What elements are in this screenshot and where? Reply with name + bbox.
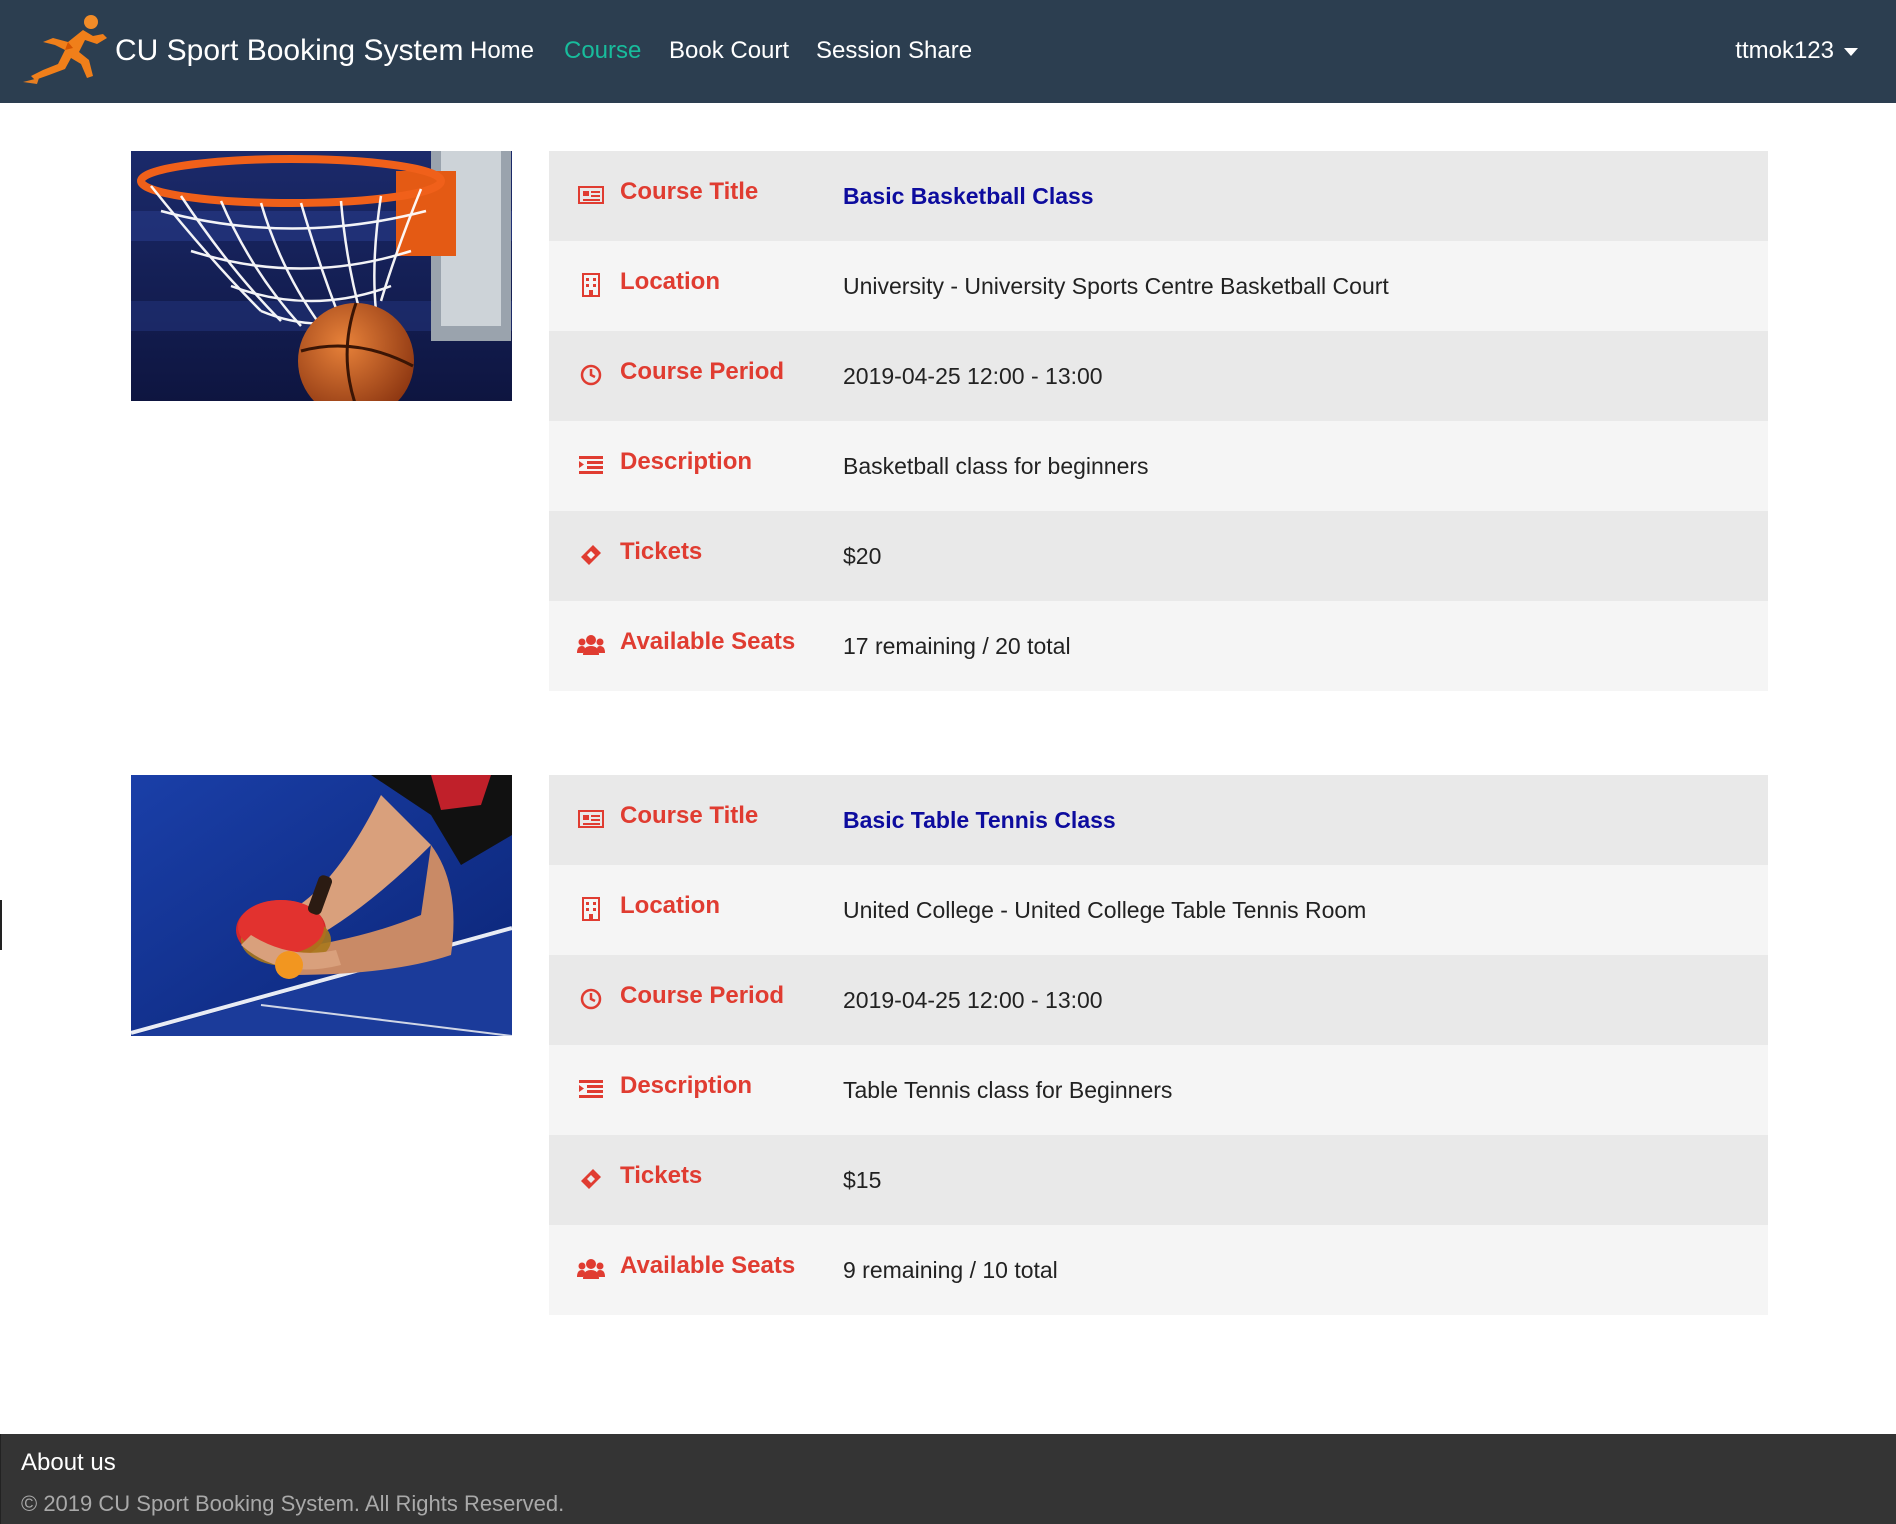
course-title-row: Course Title Basic Basketball Class	[549, 151, 1768, 241]
course-period-row: Course Period 2019-04-25 12:00 - 13:00	[549, 331, 1768, 421]
username: ttmok123	[1735, 37, 1834, 64]
course-title-link[interactable]: Basic Table Tennis Class	[843, 803, 1116, 837]
course-title-row: Course Title Basic Table Tennis Class	[549, 775, 1768, 865]
nav-session-share[interactable]: Session Share	[816, 33, 972, 69]
course-period-label: Course Period	[620, 982, 785, 1009]
newspaper-icon	[578, 810, 604, 828]
nav-home[interactable]: Home	[470, 33, 534, 69]
tickets-label: Tickets	[620, 538, 703, 565]
tickets-row: Tickets $15	[549, 1135, 1768, 1225]
tickets-row: Tickets $20	[549, 511, 1768, 601]
footer-copyright: © 2019 CU Sport Booking System. All Righ…	[21, 1491, 565, 1516]
course-period-row: Course Period 2019-04-25 12:00 - 13:00	[549, 955, 1768, 1045]
caret-down-icon	[1844, 47, 1858, 56]
description-row: Description Table Tennis class for Begin…	[549, 1045, 1768, 1135]
seats-label: Available Seats	[620, 1252, 796, 1279]
course-period-label: Course Period	[620, 358, 785, 385]
tickets-value: $15	[843, 1167, 882, 1193]
location-row: Location United College - United College…	[549, 865, 1768, 955]
seats-row: Available Seats 17 remaining / 20 total	[549, 601, 1768, 691]
runner-logo-icon[interactable]	[13, 12, 113, 88]
user-menu-dropdown[interactable]: ttmok123	[1735, 33, 1858, 69]
users-icon	[577, 1259, 605, 1279]
text-cursor	[0, 900, 2, 950]
users-icon	[577, 635, 605, 655]
tickets-value: $20	[843, 543, 882, 569]
ticket-icon	[581, 545, 601, 565]
course-title-label: Course Title	[620, 802, 759, 829]
course-title-link[interactable]: Basic Basketball Class	[843, 179, 1094, 213]
building-icon	[582, 273, 600, 297]
table-tennis-photo	[131, 775, 512, 1036]
tickets-label: Tickets	[620, 1162, 703, 1189]
building-icon	[582, 897, 600, 921]
ticket-icon	[581, 1169, 601, 1189]
footer: About us © 2019 CU Sport Booking System.…	[0, 1434, 1896, 1524]
course-details-table: Course Title Basic Table Tennis Class Lo…	[549, 775, 1768, 1315]
list-indent-icon	[579, 1080, 603, 1098]
description-value: Basketball class for beginners	[843, 453, 1149, 479]
seats-row: Available Seats 9 remaining / 10 total	[549, 1225, 1768, 1315]
description-label: Description	[620, 448, 753, 475]
seats-value: 9 remaining / 10 total	[843, 1257, 1058, 1283]
newspaper-icon	[578, 186, 604, 204]
course-details-table: Course Title Basic Basketball Class Loca…	[549, 151, 1768, 691]
nav-book-court[interactable]: Book Court	[669, 33, 789, 69]
location-value: United College - United College Table Te…	[843, 897, 1367, 923]
clock-icon	[580, 988, 602, 1010]
course-title-label: Course Title	[620, 178, 759, 205]
location-label: Location	[620, 892, 720, 919]
seats-value: 17 remaining / 20 total	[843, 633, 1071, 659]
location-row: Location University - University Sports …	[549, 241, 1768, 331]
description-row: Description Basketball class for beginne…	[549, 421, 1768, 511]
course-period-value: 2019-04-25 12:00 - 13:00	[843, 987, 1103, 1013]
description-value: Table Tennis class for Beginners	[843, 1077, 1173, 1103]
clock-icon	[580, 364, 602, 386]
nav-course[interactable]: Course	[564, 33, 641, 69]
location-label: Location	[620, 268, 720, 295]
description-label: Description	[620, 1072, 753, 1099]
seats-label: Available Seats	[620, 628, 796, 655]
brand-title[interactable]: CU Sport Booking System	[115, 31, 463, 71]
location-value: University - University Sports Centre Ba…	[843, 273, 1389, 299]
course-period-value: 2019-04-25 12:00 - 13:00	[843, 363, 1103, 389]
basketball-hoop-photo	[131, 151, 512, 401]
navbar: CU Sport Booking System Home Course Book…	[0, 0, 1896, 103]
footer-about-heading[interactable]: About us	[21, 1446, 116, 1480]
list-indent-icon	[579, 456, 603, 474]
